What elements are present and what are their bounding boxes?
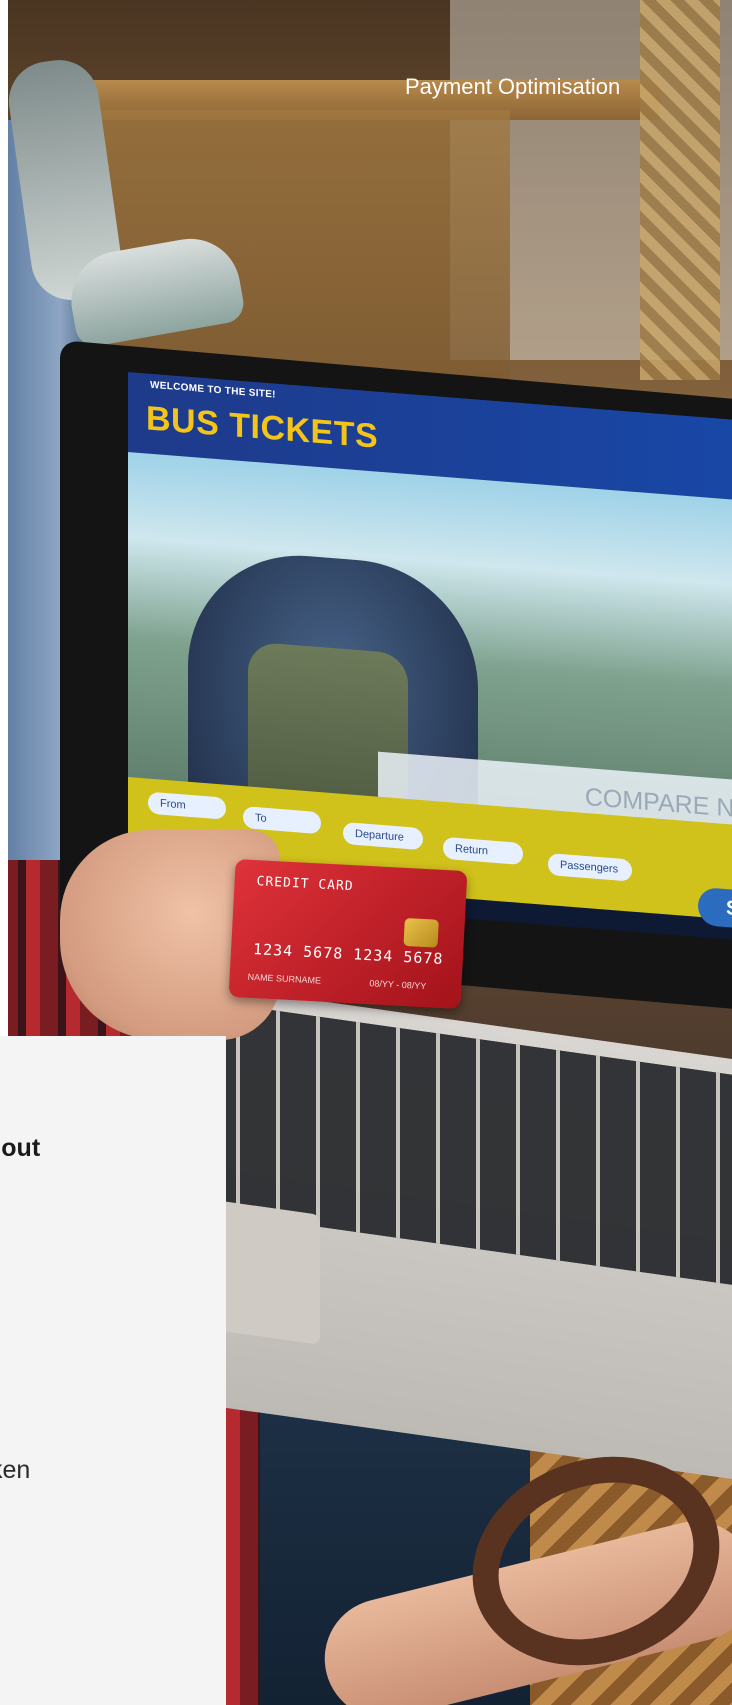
info-panel: hout ken [0, 1036, 226, 1705]
card-holder: NAME SURNAME [247, 971, 322, 986]
background-rope [640, 0, 720, 380]
panel-heading: hout [0, 1134, 41, 1162]
page-label: Payment Optimisation [405, 74, 621, 99]
page-edge [0, 0, 8, 1036]
card-chip-icon [403, 917, 439, 948]
card-title: CREDIT CARD [256, 874, 354, 895]
site-search-button: S [698, 886, 732, 932]
site-title: BUS TICKETS [146, 399, 379, 456]
card-expiry: 08/YY - 08/YY [369, 978, 427, 992]
panel-body-text: ken [0, 1456, 31, 1484]
site-welcome: WELCOME TO THE SITE! [150, 379, 276, 401]
credit-card: CREDIT CARD 1234 5678 1234 5678 NAME SUR… [228, 859, 468, 1009]
